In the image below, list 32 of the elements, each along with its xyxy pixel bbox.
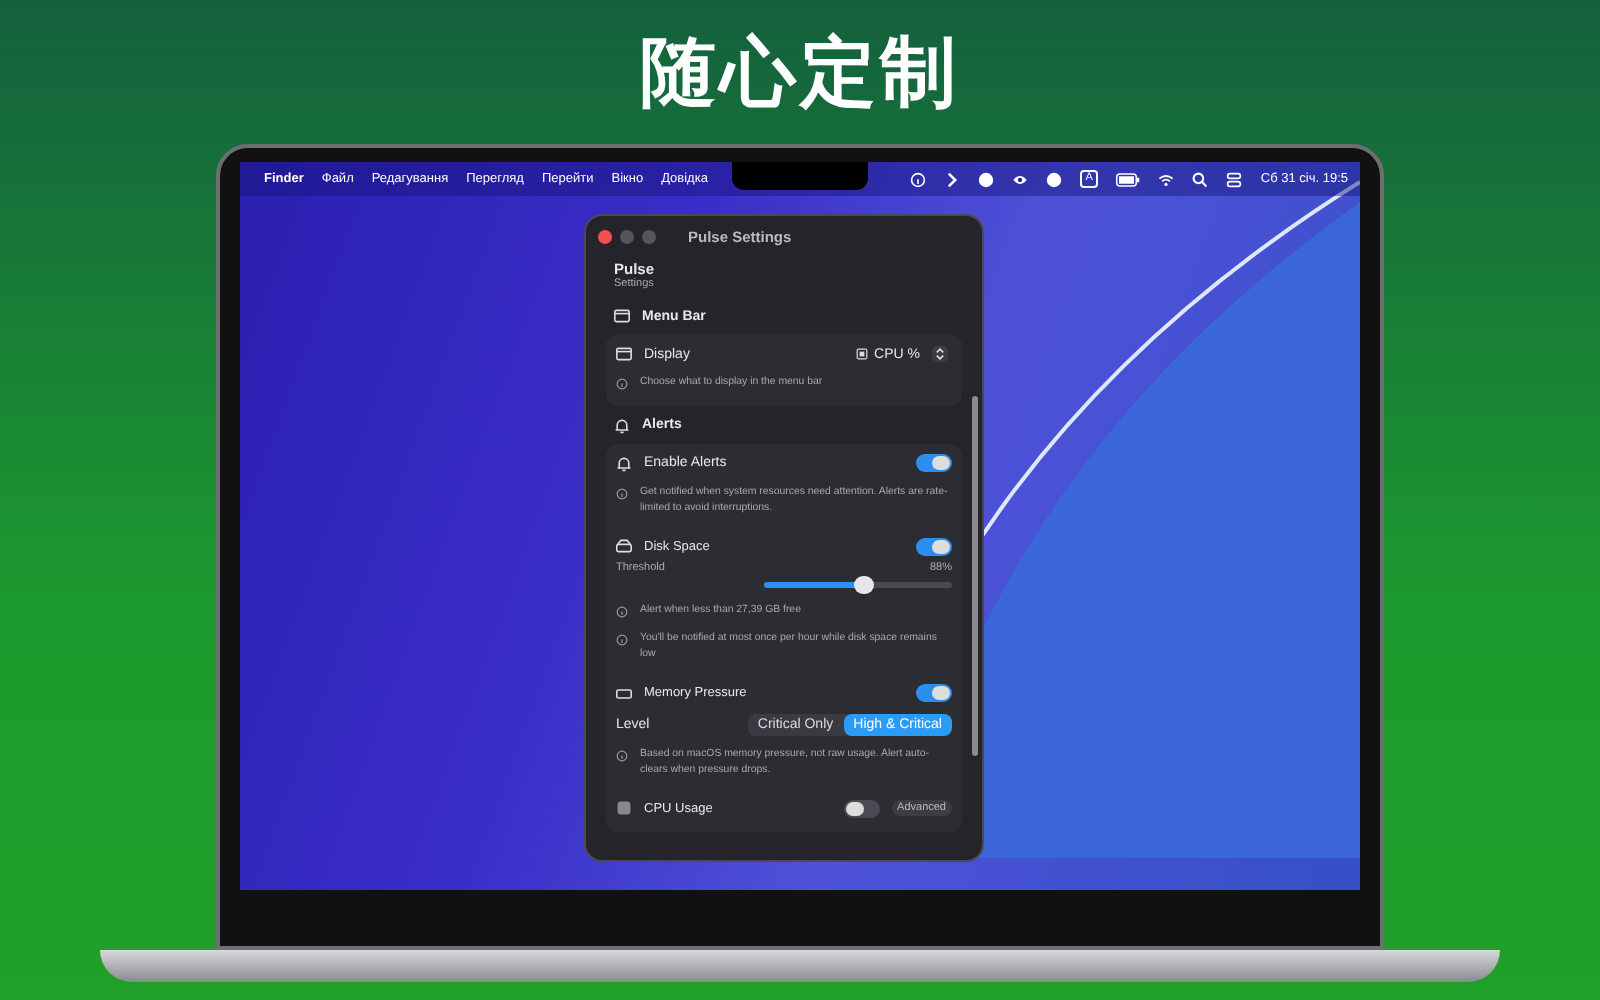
status-icon[interactable] <box>1045 171 1062 187</box>
memory-icon <box>616 685 632 702</box>
eye-icon[interactable] <box>1011 171 1028 187</box>
toggle-switch[interactable] <box>916 454 952 473</box>
info-icon <box>616 487 628 500</box>
control-center-icon[interactable] <box>1226 171 1243 187</box>
close-button[interactable] <box>598 229 612 243</box>
cpu-icon <box>616 800 632 817</box>
chip-icon <box>856 348 869 360</box>
window-icon <box>614 308 630 324</box>
info-icon <box>616 749 628 762</box>
info-icon <box>616 378 628 390</box>
drive-icon <box>616 538 632 555</box>
toggle-switch[interactable] <box>916 537 952 556</box>
info-icon <box>616 606 628 619</box>
chevron-icon[interactable] <box>943 171 960 187</box>
toggle-switch[interactable] <box>843 799 880 818</box>
info-icon <box>616 634 628 647</box>
window-icon <box>616 346 632 362</box>
search-icon[interactable] <box>1192 171 1209 187</box>
scrollbar[interactable] <box>972 396 978 756</box>
stepper-icon <box>932 346 948 362</box>
bell-icon <box>616 455 632 472</box>
threshold-slider[interactable] <box>764 582 952 589</box>
headline: 随心定制 <box>640 28 960 116</box>
wifi-icon[interactable] <box>1158 171 1175 187</box>
camera-notch <box>732 162 868 190</box>
battery-icon[interactable] <box>1116 171 1141 187</box>
status-icon[interactable] <box>977 171 994 187</box>
toggle-switch[interactable] <box>916 684 952 703</box>
info-icon[interactable] <box>909 171 926 187</box>
bell-icon <box>614 417 630 434</box>
